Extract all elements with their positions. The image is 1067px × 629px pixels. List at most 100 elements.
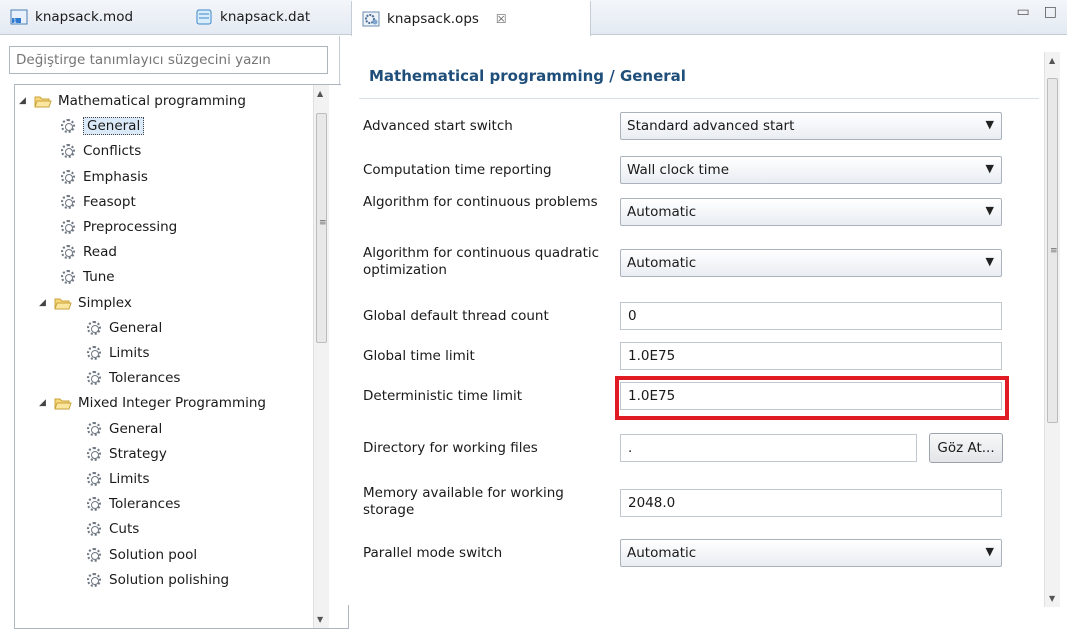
dropdown-value: Standard advanced start	[627, 118, 795, 134]
field-label: Memory available for working storage	[363, 485, 564, 518]
data-file-icon	[195, 9, 213, 25]
gear-icon	[87, 497, 101, 512]
dropdown[interactable]: Automatic ▼	[620, 539, 1002, 567]
page-title: Mathematical programming / General	[369, 67, 686, 85]
dropdown[interactable]: Automatic ▼	[620, 198, 1002, 226]
tree-item-label: Limits	[109, 345, 150, 361]
tree-item[interactable]: Limits	[87, 341, 150, 365]
tree-item-label: Read	[83, 244, 117, 261]
field-label: Computation time reporting	[363, 162, 552, 178]
browse-button[interactable]: Göz At...	[929, 433, 1003, 463]
editor-tab-bar: 1 knapsack.mod knapsack.dat knapsack.ops…	[0, 0, 1067, 36]
text-field[interactable]: 2048.0	[620, 489, 1002, 517]
tree-item[interactable]: Preprocessing	[61, 215, 177, 239]
tree-item-label: Tolerances	[109, 496, 181, 513]
tree-item-label: Tolerances	[109, 370, 181, 387]
highlight-box	[615, 376, 1009, 420]
tree-item-label: Simplex	[78, 294, 132, 311]
tree-item[interactable]: Tolerances	[87, 366, 180, 390]
expand-arrow-icon[interactable]: ◢	[39, 398, 51, 408]
dropdown-value: Automatic	[627, 255, 697, 271]
folder-open-icon	[54, 296, 72, 310]
tab-knapsack-mod[interactable]: 1 knapsack.mod	[0, 0, 178, 34]
expand-arrow-icon[interactable]: ◢	[19, 96, 31, 106]
editor-scroll-thumb[interactable]: ≡	[1047, 78, 1058, 423]
tab-label: knapsack.mod	[35, 9, 134, 25]
tree-item[interactable]: Solution polishing	[87, 568, 229, 592]
tree-item-label: Strategy	[109, 445, 167, 462]
tree-item-label: Emphasis	[83, 168, 148, 185]
scroll-down-icon[interactable]: ▼	[1049, 594, 1055, 603]
tree-item[interactable]: Limits	[87, 467, 150, 491]
dropdown-value: Wall clock time	[627, 162, 730, 178]
field-row: Global time limit 1.0E75	[341, 342, 1041, 376]
gear-icon	[61, 194, 75, 209]
tree-item[interactable]: Cuts	[87, 517, 139, 541]
tree-item[interactable]: General	[87, 316, 162, 340]
gear-icon	[61, 270, 75, 285]
tab-knapsack-dat[interactable]: knapsack.dat	[185, 0, 345, 34]
tree-item-label: Mixed Integer Programming	[78, 395, 266, 412]
expand-arrow-icon[interactable]: ◢	[39, 298, 51, 308]
close-tab-icon[interactable]: ☒	[496, 12, 507, 26]
tree-item[interactable]: Solution pool	[87, 543, 197, 567]
scroll-up-icon[interactable]: ▲	[1049, 56, 1055, 65]
editor-scrollbar[interactable]: ▲ ≡ ▼	[1044, 52, 1060, 607]
chevron-down-icon: ▼	[985, 255, 994, 268]
tree-item[interactable]: General	[61, 114, 145, 138]
tree-item-label: Conflicts	[83, 143, 142, 160]
tree-folder[interactable]: ◢ Mixed Integer Programming	[39, 391, 266, 415]
tree-item-label: Limits	[109, 471, 150, 487]
tree-scrollbar[interactable]: ▲ ≡ ▼	[313, 85, 329, 628]
field-label: Directory for working files	[363, 440, 538, 456]
tree-item[interactable]: Tune	[61, 265, 115, 289]
dropdown[interactable]: Wall clock time ▼	[620, 156, 1002, 184]
dropdown[interactable]: Standard advanced start ▼	[620, 112, 1002, 140]
scroll-up-icon[interactable]: ▲	[317, 89, 323, 98]
tree-item-label: General	[109, 319, 163, 336]
dropdown[interactable]: Automatic ▼	[620, 249, 1002, 277]
gear-icon	[61, 220, 75, 234]
tree-item[interactable]: Tolerances	[87, 492, 180, 516]
maximize-icon[interactable]: □	[1044, 4, 1057, 20]
gear-icon	[87, 522, 101, 537]
field-label: Global default thread count	[363, 308, 549, 324]
field-label: Algorithm for continuous quadratic optim…	[363, 245, 600, 278]
gear-icon	[87, 346, 101, 360]
chevron-down-icon: ▼	[985, 118, 994, 131]
tree-item[interactable]: General	[87, 417, 162, 441]
folder-open-icon	[34, 94, 52, 108]
tree-item[interactable]: Conflicts	[61, 139, 141, 163]
text-field[interactable]: 0	[620, 302, 1002, 330]
field-row: Directory for working files. Göz At...	[341, 433, 1041, 468]
tree-item[interactable]: Emphasis	[61, 165, 148, 189]
tree-item-label: Solution pool	[109, 546, 198, 563]
filter-input[interactable]	[9, 46, 328, 74]
gear-icon	[87, 320, 101, 335]
text-field[interactable]: 1.0E75	[620, 342, 1002, 370]
gear-icon	[87, 446, 101, 461]
tree-item[interactable]: Strategy	[87, 442, 167, 466]
tree-item-label: Solution polishing	[109, 571, 230, 588]
minimize-icon[interactable]: ▭	[1017, 4, 1030, 20]
tree-folder[interactable]: ◢ Simplex	[39, 291, 132, 315]
tree-item-label: Feasopt	[83, 193, 136, 210]
window-controls: ▭ □	[1017, 4, 1057, 20]
tree-folder[interactable]: ◢ Mathematical programming	[19, 89, 246, 113]
scroll-down-icon[interactable]: ▼	[317, 615, 323, 624]
gear-icon	[61, 144, 75, 159]
tree-item[interactable]: Feasopt	[61, 190, 136, 214]
tab-knapsack-ops[interactable]: knapsack.ops ☒	[351, 0, 591, 36]
field-row: Global default thread count 0	[341, 302, 1041, 336]
parameter-tree: ◢ Mathematical programming General Conflict…	[14, 84, 349, 629]
field-row: Algorithm for continuous quadratic optim…	[341, 245, 1041, 283]
tree-item-label: Mathematical programming	[58, 93, 246, 109]
tree-scroll-thumb[interactable]: ≡	[316, 113, 327, 343]
field-label: Advanced start switch	[363, 118, 513, 134]
chevron-down-icon: ▼	[985, 204, 994, 217]
text-field[interactable]: .	[620, 434, 917, 462]
field-label: Algorithm for continuous problems	[363, 194, 598, 210]
gear-icon	[61, 169, 75, 184]
tree-item-label: Tune	[83, 269, 115, 286]
tree-item[interactable]: Read	[61, 240, 117, 264]
